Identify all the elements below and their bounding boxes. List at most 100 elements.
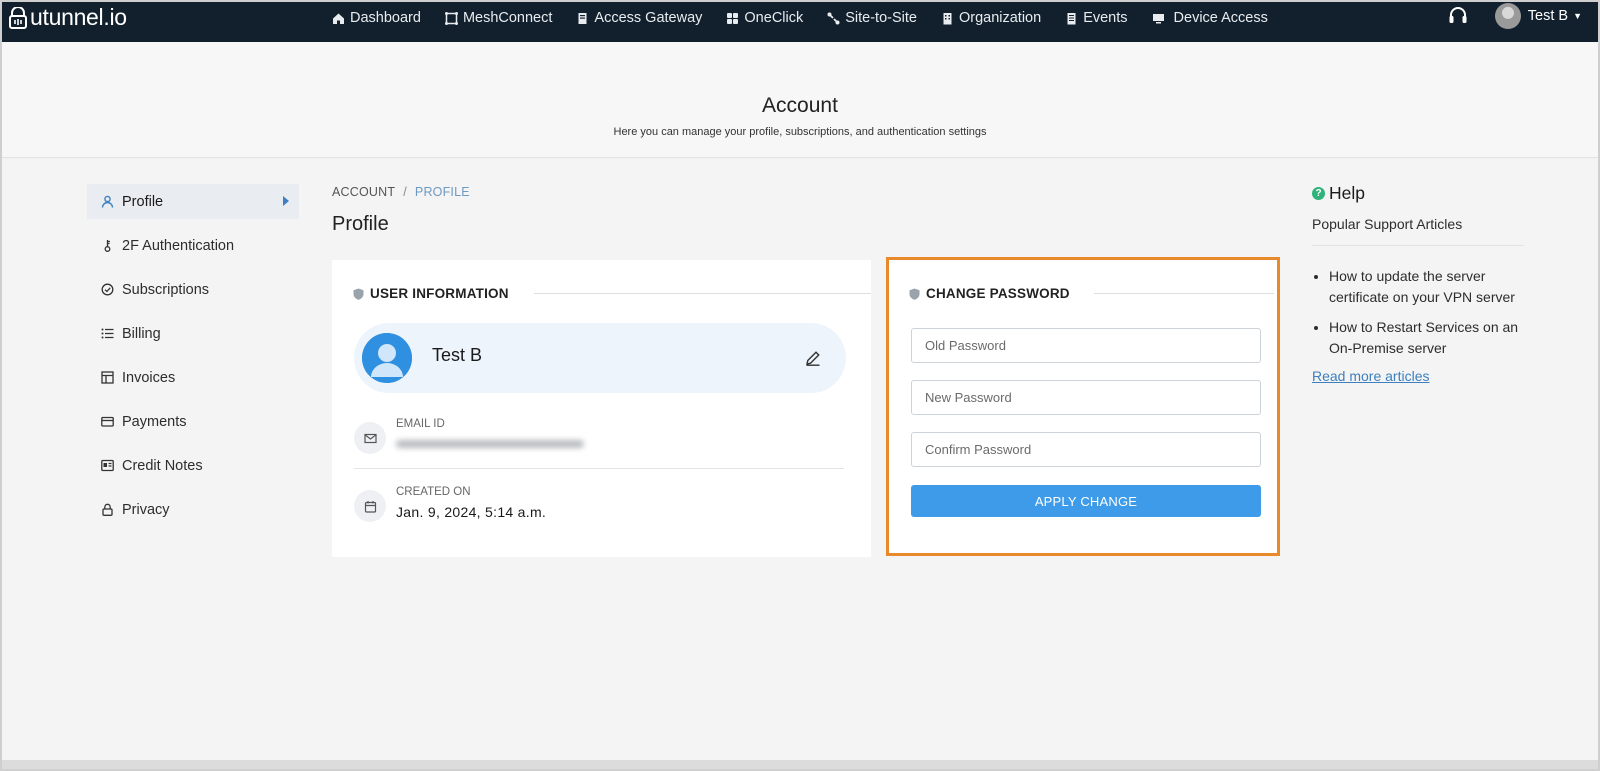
pencil-edit-icon[interactable] (804, 349, 822, 367)
breadcrumb-profile: PROFILE (414, 185, 470, 199)
nav-item-oneclick[interactable]: OneClick (726, 10, 803, 26)
confirm-password-input[interactable] (911, 432, 1261, 467)
envelope-icon (354, 422, 386, 454)
old-password-input[interactable] (911, 328, 1261, 363)
support-article-link[interactable]: How to update the server certificate on … (1329, 266, 1524, 307)
read-more-articles-link[interactable]: Read more articles (1312, 368, 1524, 384)
shield-icon (353, 288, 364, 300)
sidebar-item-label: Credit Notes (122, 457, 203, 474)
gateway-icon (578, 12, 587, 24)
user-name-pill: Test B (354, 323, 846, 393)
chevron-down-icon[interactable]: ▼ (1573, 11, 1582, 21)
page-subtitle: Here you can manage your profile, subscr… (613, 126, 987, 138)
nav-label: Dashboard (350, 10, 421, 26)
sidebar-item-billing[interactable]: Billing (87, 316, 299, 351)
sidebar-item-label: Privacy (122, 501, 170, 518)
user-information-card: USER INFORMATION Test B EMAIL ID CREATED… (332, 260, 871, 557)
nav-item-site-to-site[interactable]: Site-to-Site (827, 10, 917, 26)
shield-icon (909, 288, 920, 300)
page-bottom-band (0, 760, 1600, 771)
caret-right-icon (283, 196, 289, 206)
nav-item-access-gateway[interactable]: Access Gateway (576, 10, 702, 26)
nav-label: Access Gateway (594, 10, 703, 26)
change-password-card: CHANGE PASSWORD APPLY CHANGE (886, 257, 1280, 556)
breadcrumb: ACCOUNT / PROFILE (332, 185, 470, 199)
apply-change-button[interactable]: APPLY CHANGE (911, 485, 1261, 517)
support-article-link[interactable]: How to Restart Services on an On-Premise… (1329, 317, 1524, 358)
help-panel: ? Help Popular Support Articles How to u… (1312, 183, 1524, 384)
change-password-title: CHANGE PASSWORD (909, 286, 1070, 301)
email-label: EMAIL ID (396, 418, 445, 430)
nav-item-organization[interactable]: Organization (941, 10, 1041, 26)
user-information-title: USER INFORMATION (353, 286, 509, 301)
section-heading: Profile (332, 213, 389, 235)
id-card-icon (101, 459, 114, 472)
sidebar-item-profile[interactable]: Profile (87, 184, 299, 219)
nav-item-events[interactable]: Events (1065, 10, 1128, 26)
sidebar-item-2f-authentication[interactable]: 2F Authentication (87, 228, 299, 263)
building-icon (943, 12, 952, 24)
table-icon (101, 371, 114, 384)
page-title: Account (762, 94, 838, 117)
breadcrumb-account[interactable]: ACCOUNT (332, 185, 395, 199)
divider (354, 468, 844, 469)
nav-label: Organization (958, 10, 1042, 26)
nav-label: Device Access (1173, 10, 1268, 26)
nav-item-dashboard[interactable]: Dashboard (332, 10, 421, 26)
nav-item-device-access[interactable]: Device Access (1152, 10, 1268, 26)
link-icon (827, 12, 840, 24)
calendar-icon (354, 490, 386, 522)
logo-lock-icon (9, 6, 27, 29)
section-title-text: CHANGE PASSWORD (926, 286, 1070, 301)
new-password-input[interactable] (911, 380, 1261, 415)
divider (1312, 245, 1524, 246)
key-icon (104, 240, 111, 252)
headset-support-icon[interactable] (1447, 5, 1469, 27)
user-menu-name[interactable]: Test B (1528, 8, 1568, 24)
sidebar-item-label: 2F Authentication (122, 237, 235, 254)
nav-label: Events (1083, 10, 1128, 26)
help-title: ? Help (1312, 183, 1524, 204)
brand-logo[interactable]: utunnel.io (8, 4, 127, 31)
list-icon (101, 328, 114, 339)
created-on-row: CREATED ON Jan. 9, 2024, 5:14 a.m. (354, 486, 844, 526)
user-avatar[interactable] (1494, 3, 1521, 29)
nav-item-meshconnect[interactable]: MeshConnect (444, 10, 553, 26)
sidebar-item-label: Payments (122, 413, 187, 430)
email-row: EMAIL ID (354, 418, 844, 458)
created-on-label: CREATED ON (396, 486, 471, 498)
support-articles-list: How to update the server certificate on … (1312, 266, 1524, 358)
user-icon (101, 195, 114, 208)
sidebar-item-invoices[interactable]: Invoices (87, 360, 299, 395)
mesh-icon (444, 11, 458, 25)
account-sidebar: Profile 2F Authentication Subscriptions … (87, 184, 299, 536)
user-avatar-large (362, 333, 412, 383)
help-title-text: Help (1329, 183, 1365, 203)
nav-label: Site-to-Site (845, 10, 917, 26)
card-icon (101, 416, 114, 427)
monitor-icon (1152, 13, 1164, 23)
lock-icon (102, 503, 113, 516)
sidebar-item-payments[interactable]: Payments (87, 404, 299, 439)
main-nav: Dashboard MeshConnect Access Gateway One… (332, 0, 1292, 36)
nav-label: OneClick (744, 10, 804, 26)
breadcrumb-separator: / (403, 185, 407, 199)
page-header: Account Here you can manage your profile… (0, 42, 1600, 158)
sidebar-item-credit-notes[interactable]: Credit Notes (87, 448, 299, 483)
question-circle-icon: ? (1312, 187, 1325, 200)
sidebar-item-label: Subscriptions (122, 281, 210, 298)
user-full-name: Test B (432, 345, 483, 365)
sidebar-item-privacy[interactable]: Privacy (87, 492, 299, 527)
divider (534, 293, 871, 294)
sidebar-item-subscriptions[interactable]: Subscriptions (87, 272, 299, 307)
nav-label: MeshConnect (462, 10, 553, 26)
help-subtitle: Popular Support Articles (1312, 216, 1463, 232)
grid-icon (727, 12, 739, 24)
top-navbar: utunnel.io Dashboard MeshConnect Access … (0, 0, 1600, 42)
section-title-text: USER INFORMATION (370, 286, 509, 301)
sidebar-item-label: Billing (122, 325, 161, 342)
email-value-redacted (396, 436, 584, 452)
check-circle-icon (101, 283, 114, 296)
user-area: Test B ▼ (1447, 3, 1582, 29)
sidebar-item-label: Profile (122, 193, 164, 210)
